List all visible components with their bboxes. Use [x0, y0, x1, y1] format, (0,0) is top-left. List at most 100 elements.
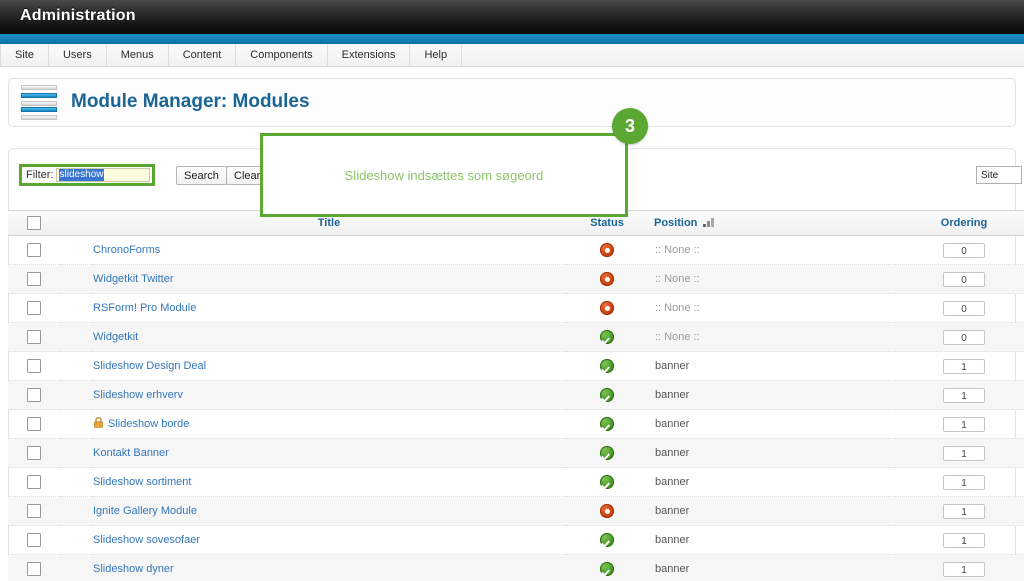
row-icons-cell — [60, 322, 92, 352]
row-select-cell[interactable] — [8, 235, 60, 265]
row-select-cell[interactable] — [8, 293, 60, 323]
ordering-input[interactable]: 1 — [943, 474, 985, 490]
status-unpublished-icon[interactable] — [600, 243, 614, 257]
row-checkbox[interactable] — [27, 388, 41, 402]
row-title-link[interactable]: Slideshow sovesofaer — [93, 534, 200, 546]
row-status-cell[interactable] — [566, 467, 648, 497]
row-title-link[interactable]: Widgetkit Twitter — [93, 273, 174, 285]
row-checkbox[interactable] — [27, 533, 41, 547]
status-published-icon[interactable] — [600, 359, 614, 373]
status-published-icon[interactable] — [600, 446, 614, 460]
ordering-input[interactable]: 1 — [943, 445, 985, 461]
row-position-value: banner — [655, 534, 690, 546]
row-title-link[interactable]: RSForm! Pro Module — [93, 302, 196, 314]
status-published-icon[interactable] — [600, 475, 614, 489]
row-position-value: banner — [655, 505, 690, 517]
status-published-icon[interactable] — [600, 388, 614, 402]
row-status-cell[interactable] — [566, 554, 648, 581]
ordering-input[interactable]: 1 — [943, 358, 985, 374]
row-title-link[interactable]: Ignite Gallery Module — [93, 505, 197, 517]
row-select-cell[interactable] — [8, 467, 60, 497]
row-status-cell[interactable] — [566, 525, 648, 555]
site-select[interactable]: Site — [976, 166, 1022, 184]
row-status-cell[interactable] — [566, 322, 648, 352]
ordering-input[interactable]: 1 — [943, 561, 985, 577]
row-checkbox[interactable] — [27, 562, 41, 576]
row-title-cell: Widgetkit Twitter — [92, 264, 566, 294]
row-status-cell[interactable] — [566, 264, 648, 294]
menu-item-menus[interactable]: Menus — [107, 44, 169, 66]
menu-item-content[interactable]: Content — [169, 44, 237, 66]
ordering-input[interactable]: 1 — [943, 532, 985, 548]
ordering-input[interactable]: 1 — [943, 503, 985, 519]
status-unpublished-icon[interactable] — [600, 272, 614, 286]
row-position-value: banner — [655, 418, 690, 430]
row-checkbox[interactable] — [27, 330, 41, 344]
search-input[interactable]: slideshow — [55, 168, 150, 182]
row-title-link[interactable]: Slideshow erhverv — [93, 389, 183, 401]
ordering-input[interactable]: 1 — [943, 387, 985, 403]
ordering-input[interactable]: 0 — [943, 271, 985, 287]
ordering-input[interactable]: 0 — [943, 300, 985, 316]
search-button[interactable]: Search — [176, 166, 227, 185]
table-row: Slideshow borde banner 1 — [8, 409, 1024, 439]
row-select-cell[interactable] — [8, 380, 60, 410]
ordering-input[interactable]: 0 — [943, 242, 985, 258]
row-ordering-cell: 0 — [895, 293, 1024, 323]
sort-ascending-icon — [703, 217, 715, 227]
row-select-cell[interactable] — [8, 554, 60, 581]
row-status-cell[interactable] — [566, 293, 648, 323]
status-published-icon[interactable] — [600, 417, 614, 431]
menu-item-site[interactable]: Site — [0, 44, 49, 66]
ordering-input[interactable]: 1 — [943, 416, 985, 432]
row-status-cell[interactable] — [566, 496, 648, 526]
filter-field-group[interactable]: Filter: slideshow — [19, 164, 155, 186]
status-published-icon[interactable] — [600, 562, 614, 576]
menu-item-extensions[interactable]: Extensions — [328, 44, 411, 66]
menu-item-components[interactable]: Components — [236, 44, 328, 66]
row-status-cell[interactable] — [566, 409, 648, 439]
row-checkbox[interactable] — [27, 504, 41, 518]
ordering-input[interactable]: 0 — [943, 329, 985, 345]
table-row: Ignite Gallery Module banner 1 — [8, 496, 1024, 526]
row-select-cell[interactable] — [8, 322, 60, 352]
position-header[interactable]: Position — [648, 210, 895, 236]
menu-item-users[interactable]: Users — [49, 44, 107, 66]
row-title-link[interactable]: Slideshow sortiment — [93, 476, 191, 488]
row-select-cell[interactable] — [8, 496, 60, 526]
row-title-link[interactable]: ChronoForms — [93, 244, 160, 256]
row-checkbox[interactable] — [27, 359, 41, 373]
status-published-icon[interactable] — [600, 533, 614, 547]
select-all-checkbox[interactable] — [27, 216, 41, 230]
row-select-cell[interactable] — [8, 525, 60, 555]
row-select-cell[interactable] — [8, 438, 60, 468]
row-title-link[interactable]: Slideshow dyner — [93, 563, 174, 575]
row-title-link[interactable]: Slideshow borde — [108, 419, 189, 431]
status-unpublished-icon[interactable] — [600, 301, 614, 315]
row-checkbox[interactable] — [27, 475, 41, 489]
row-title-link[interactable]: Slideshow Design Deal — [93, 360, 206, 372]
row-checkbox[interactable] — [27, 301, 41, 315]
row-select-cell[interactable] — [8, 351, 60, 381]
menu-item-help[interactable]: Help — [410, 44, 463, 66]
row-title-link[interactable]: Widgetkit — [93, 331, 138, 343]
row-ordering-cell: 1 — [895, 525, 1024, 555]
row-status-cell[interactable] — [566, 235, 648, 265]
row-position-cell: banner — [648, 525, 895, 555]
row-checkbox[interactable] — [27, 272, 41, 286]
row-status-cell[interactable] — [566, 380, 648, 410]
row-status-cell[interactable] — [566, 351, 648, 381]
row-checkbox[interactable] — [27, 446, 41, 460]
row-title-link[interactable]: Kontakt Banner — [93, 447, 169, 459]
row-status-cell[interactable] — [566, 438, 648, 468]
ordering-header[interactable]: Ordering — [895, 210, 1024, 236]
row-icons-cell — [60, 409, 92, 439]
status-unpublished-icon[interactable] — [600, 504, 614, 518]
row-checkbox[interactable] — [27, 243, 41, 257]
status-published-icon[interactable] — [600, 330, 614, 344]
page-title: Module Manager: Modules — [71, 91, 310, 112]
row-select-cell[interactable] — [8, 264, 60, 294]
row-checkbox[interactable] — [27, 417, 41, 431]
row-select-cell[interactable] — [8, 409, 60, 439]
select-all-header[interactable] — [8, 210, 60, 236]
